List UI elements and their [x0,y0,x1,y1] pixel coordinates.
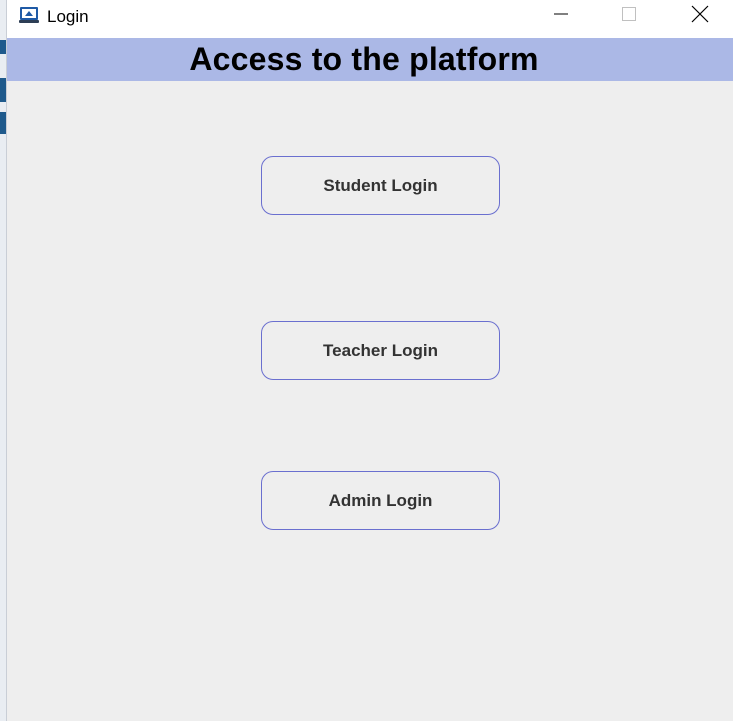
window-title: Login [47,7,89,26]
desktop-taskbar-fragment [0,40,6,54]
desktop-background-strip [0,0,7,721]
app-laptop-icon [19,6,39,24]
maximize-icon [621,6,637,27]
desktop-taskbar-fragment [0,78,6,102]
minimize-button[interactable] [538,0,584,32]
close-button[interactable] [677,0,723,32]
student-login-button[interactable]: Student Login [261,156,500,215]
maximize-button[interactable] [606,0,652,32]
desktop-taskbar-fragment [0,112,6,134]
login-window: Login Access to the platform Student Log… [7,0,733,721]
title-bar[interactable]: Login [7,0,733,38]
header-banner: Access to the platform [7,38,733,81]
close-icon [691,5,709,28]
admin-login-button[interactable]: Admin Login [261,471,500,530]
teacher-login-button[interactable]: Teacher Login [261,321,500,380]
page-title: Access to the platform [189,41,539,77]
minimize-icon [553,6,569,27]
